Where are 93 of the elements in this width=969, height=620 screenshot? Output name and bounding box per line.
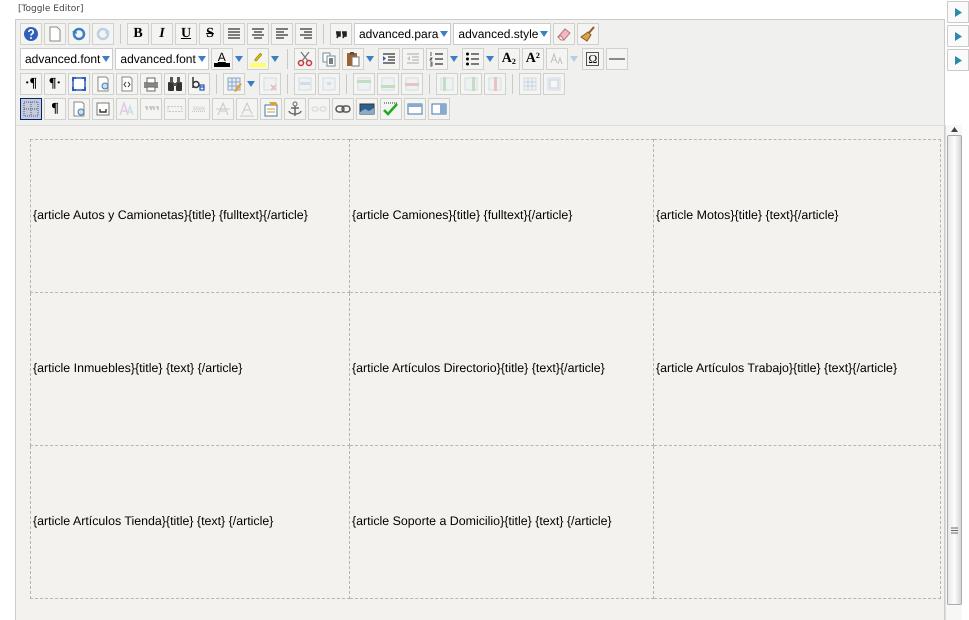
- toolbar-button[interactable]: ¶·: [44, 73, 66, 95]
- citation-icon: [143, 106, 159, 112]
- attributes-icon: [263, 101, 279, 117]
- expand-button[interactable]: [947, 49, 969, 71]
- help-icon: [23, 26, 39, 42]
- scroll-up-icon[interactable]: [950, 126, 958, 132]
- expand-button[interactable]: [947, 1, 969, 23]
- triangle-icon: [954, 8, 962, 16]
- table-edit-icon: [226, 76, 242, 92]
- toggle-editor-link[interactable]: [Toggle Editor]: [18, 4, 84, 14]
- new-document-icon: [47, 26, 63, 42]
- scrollbar[interactable]: [945, 124, 962, 620]
- caret-icon: [440, 31, 448, 37]
- table-cell: {article Inmuebles}{title} {text} {/article}: [30, 292, 350, 445]
- bullet-list-icon: [464, 51, 481, 67]
- delete-column-icon: [487, 76, 503, 92]
- page-break-icon: [95, 101, 111, 117]
- clipboard-icon: [344, 51, 361, 67]
- binoculars-icon: [167, 76, 183, 92]
- table-cell: {article Motos}{title} {text}{/article}: [654, 139, 940, 292]
- page-preview-icon: [95, 76, 111, 92]
- color-button[interactable]: A: [210, 48, 233, 70]
- numbered-list-icon: [428, 51, 445, 67]
- scissors-icon: [296, 51, 313, 67]
- dropdown[interactable]: advanced.font: [20, 48, 114, 70]
- caret-icon: [247, 81, 255, 87]
- expand-button[interactable]: [947, 25, 969, 47]
- caret-icon: [540, 31, 548, 37]
- table-cell: {article Autos y Camionetas}{title} {fulltext}{/article}: [30, 139, 350, 292]
- table-cell: {article Camiones}{title} {fulltext}{/article}: [350, 139, 654, 292]
- toolbar-button[interactable]: B: [127, 23, 149, 45]
- row-properties-icon: [297, 76, 313, 92]
- broom-icon: [580, 26, 596, 42]
- layer-move-icon: [431, 101, 447, 117]
- insert-column-after-icon: [463, 76, 479, 92]
- triangle-icon: [954, 56, 962, 64]
- visual-aid-icon: [23, 101, 39, 117]
- color-button[interactable]: [246, 48, 269, 70]
- scrollbar-thumb[interactable]: [946, 134, 962, 604]
- insertion-icon: [239, 101, 255, 117]
- abbreviation-icon: [167, 106, 183, 112]
- caret-icon: [570, 56, 578, 62]
- triangle-icon: [954, 32, 962, 40]
- dropdown[interactable]: advanced.style: [453, 23, 552, 45]
- fullscreen-icon: [71, 76, 87, 92]
- undo-icon: [71, 26, 87, 42]
- insert-row-before-icon: [356, 76, 372, 92]
- horizontal-rule-icon: [608, 58, 625, 60]
- caret-icon: [486, 56, 494, 62]
- image-icon: [359, 101, 375, 117]
- copy-icon: [320, 51, 337, 67]
- split-cells-icon: [522, 76, 538, 92]
- template-icon: [71, 101, 87, 117]
- merge-cells-icon: [546, 76, 562, 92]
- toolbar-button[interactable]: ·¶: [20, 73, 42, 95]
- toolbar-button[interactable]: [20, 98, 42, 120]
- caret-icon: [102, 56, 110, 62]
- deletion-icon: [215, 101, 231, 117]
- caret-icon: [450, 56, 458, 62]
- spellcheck-icon: [383, 101, 399, 117]
- caret-icon: [234, 56, 243, 62]
- toolbar-button[interactable]: Ω: [582, 48, 604, 70]
- dropdown[interactable]: advanced.para: [354, 23, 452, 45]
- dropdown[interactable]: advanced.font: [115, 48, 209, 70]
- table-delete-icon: [262, 76, 278, 92]
- caret-icon: [366, 56, 374, 62]
- table-cell: {article Artículos Trabajo}{title} {text}{/article}: [654, 292, 940, 445]
- style-properties-icon: [548, 51, 565, 67]
- layer-icon: [407, 101, 423, 117]
- grip-icon: [950, 526, 958, 534]
- caret-icon: [270, 56, 279, 62]
- table-cell: {article Soporte a Domicilio}{title} {text} {/article}: [350, 445, 654, 598]
- html-code-icon: [119, 76, 135, 92]
- eraser-icon: [556, 26, 572, 42]
- toolbar-button[interactable]: U: [175, 23, 197, 45]
- toolbar-button[interactable]: ¶: [44, 98, 66, 120]
- anchor-icon: [287, 101, 303, 117]
- toolbar-button[interactable]: S: [199, 23, 221, 45]
- styles-icon: [119, 101, 135, 117]
- table-cell: {article Artículos Directorio}{title} {text}{/article}: [350, 292, 654, 445]
- cell-properties-icon: [321, 76, 337, 92]
- table-cell: {article Artículos Tienda}{title} {text} {/article}: [30, 445, 350, 598]
- delete-row-icon: [404, 76, 420, 92]
- redo-icon: [95, 26, 111, 42]
- printer-icon: [143, 76, 159, 92]
- insert-row-after-icon: [380, 76, 396, 92]
- caret-icon: [198, 56, 206, 62]
- acronym-icon: [191, 106, 207, 112]
- insert-column-before-icon: [439, 76, 455, 92]
- replace-icon: [191, 76, 207, 92]
- toolbar-button[interactable]: A$_{2}$: [498, 48, 520, 70]
- toolbar-button[interactable]: I: [151, 23, 173, 45]
- toolbar-button[interactable]: A$^{2}$: [522, 48, 544, 70]
